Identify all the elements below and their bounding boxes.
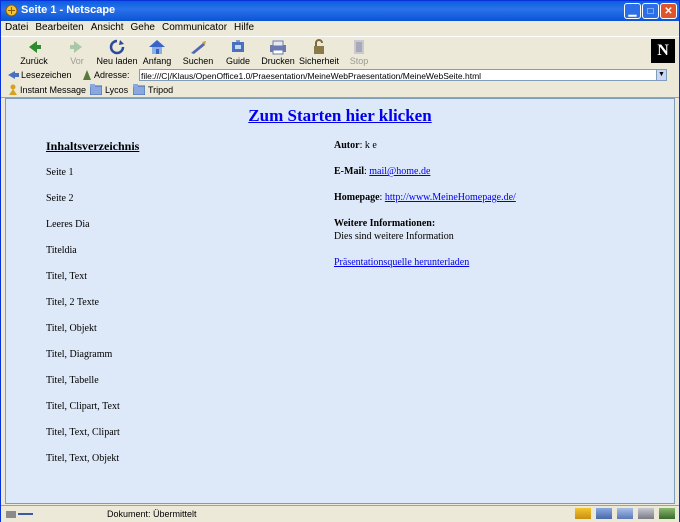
reload-icon — [109, 39, 125, 55]
navigation-toolbar: Zurück Vor Neu laden Anfang Suchen Guide… — [1, 36, 679, 69]
instant-message-icon — [9, 84, 17, 95]
more-info-heading: Weitere Informationen: — [334, 218, 435, 229]
toc-item: Titel, Text, Clipart — [46, 427, 120, 438]
back-button[interactable]: Zurück — [11, 39, 57, 67]
menu-datei[interactable]: Datei — [1, 21, 31, 33]
instant-message-link[interactable]: Instant Message — [20, 85, 86, 95]
window-title: Seite 1 - Netscape — [21, 4, 116, 16]
email-link[interactable]: mail@home.de — [369, 166, 430, 177]
menu-communicator[interactable]: Communicator — [158, 21, 230, 33]
home-button[interactable]: Anfang — [134, 39, 180, 67]
address-book-icon[interactable] — [638, 508, 654, 519]
component-bar — [570, 508, 675, 521]
start-link[interactable]: Zum Starten hier klicken — [6, 106, 674, 126]
home-label: Anfang — [142, 56, 172, 66]
tripod-link[interactable]: Tripod — [148, 85, 173, 95]
stop-label: Stop — [349, 56, 369, 66]
tripod-folder-icon — [133, 84, 145, 95]
navigator-icon[interactable] — [575, 508, 591, 519]
toc-item: Titel, Text — [46, 271, 87, 282]
address-label: Adresse: — [94, 70, 130, 80]
menu-bearbeiten[interactable]: Bearbeiten — [31, 21, 86, 33]
personal-toolbar: Instant Message Lycos Tripod — [1, 83, 679, 98]
toc-item: Titel, Tabelle — [46, 375, 99, 386]
author-line: Autor: k e — [334, 140, 377, 151]
stop-icon — [354, 40, 364, 54]
connection-status-icon — [6, 511, 33, 518]
netscape-app-icon — [5, 4, 18, 17]
location-bar: Lesezeichen Adresse: file:///C|/Klaus/Op… — [1, 68, 679, 83]
status-bar: Dokument: Übermittelt — [1, 505, 679, 522]
print-button[interactable]: Drucken — [255, 39, 301, 67]
author-label: Autor — [334, 140, 360, 151]
lycos-link[interactable]: Lycos — [105, 85, 128, 95]
more-info-text: Dies sind weitere Information — [334, 231, 454, 242]
toc-item: Titel, Clipart, Text — [46, 401, 120, 412]
email-label: E-Mail — [334, 166, 364, 177]
toc-item: Leeres Dia — [46, 219, 90, 230]
homepage-label: Homepage — [334, 192, 380, 203]
more-info-label: Weitere Informationen: — [334, 218, 436, 229]
home-icon — [149, 40, 165, 54]
bookmarks-button[interactable]: Lesezeichen — [21, 70, 72, 80]
maximize-button[interactable]: □ — [642, 3, 659, 19]
address-input[interactable]: file:///C|/Klaus/OpenOffice1.0/Praesenta… — [139, 69, 666, 81]
toc-title: Inhaltsverzeichnis — [46, 139, 140, 153]
toc-item: Seite 1 — [46, 167, 74, 178]
page-content: Zum Starten hier klicken Inhaltsverzeich… — [5, 98, 675, 504]
toc-item: Titel, Objekt — [46, 323, 97, 334]
back-label: Zurück — [20, 56, 48, 66]
toc-item: Titel, Text, Objekt — [46, 453, 120, 464]
newsgroups-icon[interactable] — [617, 508, 633, 519]
address-dropdown-button[interactable]: ▼ — [656, 69, 667, 81]
forward-arrow-icon — [70, 41, 82, 53]
netscape-logo-icon[interactable]: N — [651, 39, 675, 63]
download-line: Präsentationsquelle herunterladen — [334, 257, 469, 268]
download-source-link[interactable]: Präsentationsquelle herunterladen — [334, 257, 469, 268]
toc-item: Titel, Diagramm — [46, 349, 113, 360]
lycos-folder-icon — [90, 84, 102, 95]
back-arrow-icon — [29, 41, 41, 53]
menu-ansicht[interactable]: Ansicht — [87, 21, 127, 33]
composer-icon[interactable] — [659, 508, 675, 519]
title-bar[interactable]: Seite 1 - Netscape ▁ □ ✕ — [1, 1, 679, 21]
browser-window: Seite 1 - Netscape ▁ □ ✕ Datei Bearbeiten… — [0, 0, 680, 522]
menu-hilfe[interactable]: Hilfe — [230, 21, 257, 33]
location-icon — [83, 70, 91, 80]
menu-gehe[interactable]: Gehe — [127, 21, 158, 33]
search-icon — [191, 41, 206, 54]
lock-icon — [314, 39, 324, 54]
close-button[interactable]: ✕ — [660, 3, 677, 19]
print-label: Drucken — [261, 56, 295, 66]
guide-icon — [232, 40, 244, 52]
bookmarks-icon[interactable] — [7, 69, 20, 81]
toc-item: Titel, 2 Texte — [46, 297, 99, 308]
email-line: E-Mail: mail@home.de — [334, 166, 431, 177]
homepage-line: Homepage: http://www.MeineHomepage.de/ — [334, 192, 516, 203]
stop-button[interactable]: Stop — [336, 39, 382, 67]
printer-icon — [270, 40, 286, 55]
author-value: k e — [364, 140, 377, 151]
minimize-button[interactable]: ▁ — [624, 3, 641, 19]
toc-item: Titeldia — [46, 245, 77, 256]
menu-bar: Datei Bearbeiten Ansicht Gehe Communicator Hi… — [1, 21, 679, 36]
mail-icon[interactable] — [596, 508, 612, 519]
status-text: Dokument: Übermittelt — [107, 509, 197, 519]
homepage-link[interactable]: http://www.MeineHomepage.de/ — [385, 192, 516, 203]
toc-item: Seite 2 — [46, 193, 74, 204]
